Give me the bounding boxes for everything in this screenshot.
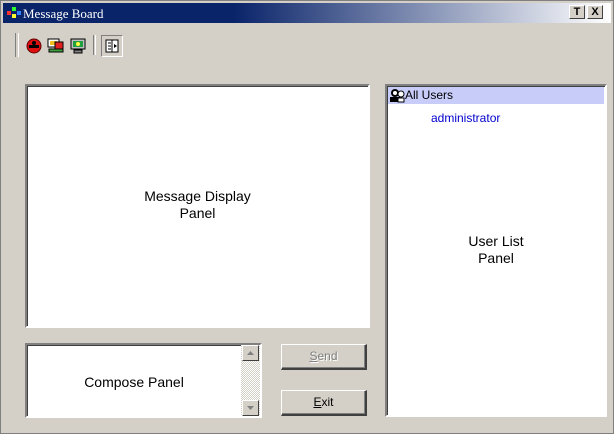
send-button-label: end	[317, 349, 338, 363]
title-bar[interactable]: Message Board T X	[3, 3, 611, 23]
title-button-t[interactable]: T	[569, 5, 585, 19]
users-icon	[390, 89, 405, 103]
toolbar-button-3[interactable]	[69, 37, 87, 55]
computer-icon	[70, 38, 86, 54]
toolbar-button-1[interactable]	[25, 37, 43, 55]
toolbar-grip	[15, 33, 19, 57]
message-display-label-line2: Panel	[179, 205, 216, 221]
user-list-panel[interactable]: All Users administrator User List Panel	[385, 84, 607, 417]
message-display-panel[interactable]: Message Display Panel	[25, 84, 370, 328]
exit-button-label: xit	[321, 395, 334, 409]
toolbar-separator	[93, 35, 96, 55]
toolbar-button-4[interactable]	[101, 35, 123, 57]
toolbar-button-2[interactable]	[47, 37, 65, 55]
user-item-administrator[interactable]: administrator	[431, 111, 500, 125]
compose-scrollbar[interactable]	[241, 345, 260, 416]
panel-toggle-icon	[105, 39, 119, 53]
app-icon	[7, 7, 21, 19]
close-button[interactable]: X	[587, 5, 603, 19]
red-circle-icon	[26, 38, 42, 54]
computer-group-icon	[47, 38, 64, 53]
exit-button-mnemonic: E	[313, 395, 322, 409]
message-board-window: Message Board T X Message Display Panel …	[0, 0, 614, 434]
exit-button[interactable]: Exit	[281, 390, 367, 416]
scroll-up-button[interactable]	[242, 345, 259, 361]
message-display-label-line1: Message Display	[144, 188, 251, 204]
compose-panel[interactable]: Compose Panel	[25, 343, 262, 418]
scroll-down-button[interactable]	[242, 400, 259, 416]
arrow-up-icon	[247, 351, 254, 355]
toolbar	[3, 27, 611, 59]
all-users-label: All Users	[405, 88, 454, 102]
send-button[interactable]: Send	[281, 344, 367, 370]
user-list-label-line2: Panel	[478, 250, 514, 266]
arrow-down-icon	[247, 406, 254, 410]
all-users-row[interactable]: All Users	[388, 87, 604, 104]
user-list-label-line1: User List	[468, 233, 524, 249]
window-title: Message Board	[23, 6, 104, 21]
compose-label: Compose Panel	[84, 374, 184, 390]
